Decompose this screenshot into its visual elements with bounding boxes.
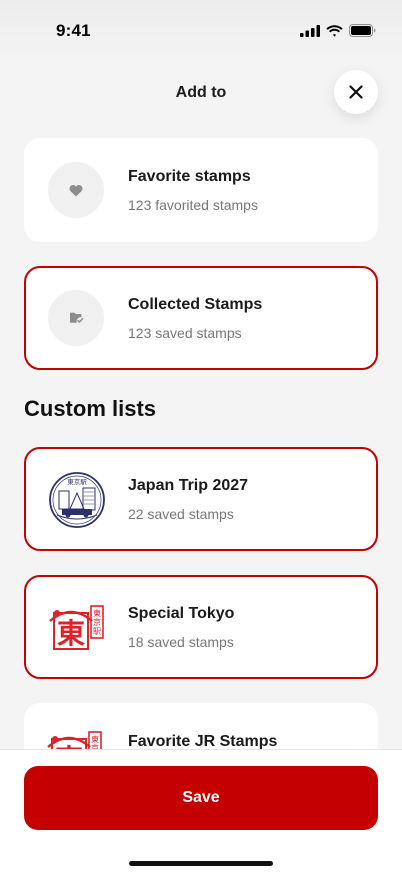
status-time: 9:41 (56, 21, 91, 40)
list-title: Favorite stamps (128, 168, 251, 185)
close-button[interactable] (334, 70, 378, 114)
custom-lists-heading: Custom lists (24, 396, 157, 421)
sheet-header: Add to (0, 70, 402, 114)
list-count: 18 saved stamps (128, 634, 234, 650)
list-japan-trip-2027[interactable]: 東京駅 Japan Trip 2027 22 saved stamps (24, 447, 378, 551)
battery-icon (349, 24, 376, 37)
wifi-icon (326, 24, 343, 37)
list-title: Special Tokyo (128, 605, 235, 622)
svg-text:京: 京 (93, 617, 101, 627)
list-collected-stamps[interactable]: Collected Stamps 123 saved stamps (24, 266, 378, 370)
status-bar: 9:41 (0, 0, 402, 62)
svg-text:東: 東 (57, 617, 85, 650)
folder-check-icon (69, 312, 83, 323)
svg-text:東京駅: 東京駅 (67, 477, 87, 486)
list-count: 22 saved stamps (128, 506, 234, 522)
cellular-signal-icon (300, 24, 320, 37)
tokyo-stamp-icon: 東 東 京 駅 (49, 605, 104, 650)
list-count: 123 saved stamps (128, 325, 242, 341)
status-icons (300, 24, 376, 37)
list-title: Collected Stamps (128, 296, 263, 313)
list-thumbnail (48, 162, 104, 218)
bottom-action-bar: Save (0, 749, 402, 874)
svg-text:東: 東 (91, 734, 99, 744)
list-favorite-stamps[interactable]: Favorite stamps 123 favorited stamps (24, 138, 378, 242)
save-button[interactable]: Save (24, 766, 378, 830)
list-count: 123 favorited stamps (128, 197, 258, 213)
svg-text:駅: 駅 (93, 627, 101, 636)
list-thumbnail (48, 290, 104, 346)
list-special-tokyo[interactable]: 東 東 京 駅 Special Tokyo 18 saved stamps (24, 575, 378, 679)
home-indicator (129, 861, 273, 866)
close-icon (349, 85, 363, 99)
list-title: Japan Trip 2027 (128, 477, 249, 494)
heart-icon (69, 184, 83, 196)
svg-text:東: 東 (93, 608, 101, 618)
station-stamp-icon: 東京駅 (49, 472, 105, 528)
